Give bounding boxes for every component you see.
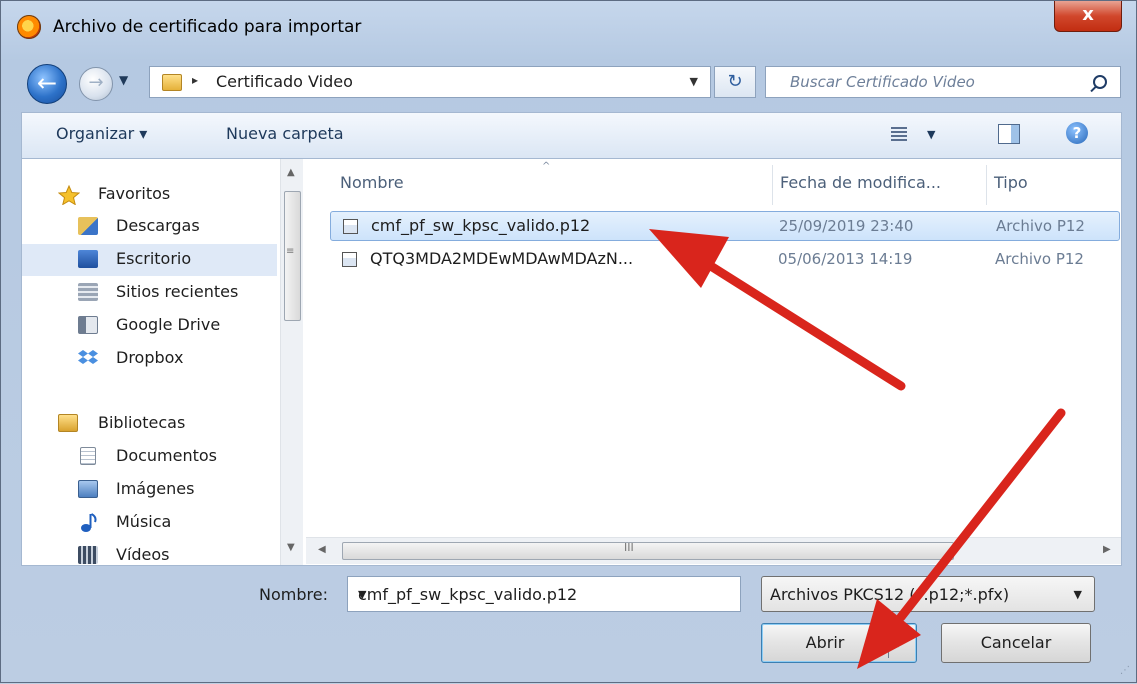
star-icon bbox=[57, 184, 81, 206]
breadcrumb-chevron-icon[interactable]: ▸ bbox=[192, 73, 198, 87]
sidebar-item-sitios-recientes[interactable]: Sitios recientes bbox=[22, 277, 277, 309]
scroll-down-icon[interactable]: ▼ bbox=[287, 542, 295, 553]
breadcrumb-current-folder[interactable]: Certificado Video bbox=[216, 72, 353, 91]
sidebar-item-label: Sitios recientes bbox=[116, 282, 239, 301]
file-date: 25/09/2019 23:40 bbox=[779, 217, 914, 235]
dropbox-icon bbox=[78, 349, 98, 367]
search-input[interactable]: Buscar Certificado Video bbox=[790, 73, 975, 91]
navigation-scrollbar[interactable]: ▲ ≡ ▼ bbox=[280, 159, 303, 565]
firefox-icon bbox=[17, 15, 41, 39]
google-drive-icon bbox=[78, 316, 98, 334]
filename-input[interactable]: cmf_pf_sw_kpsc_valido.p12 ▼ bbox=[347, 576, 741, 612]
sidebar-item-label: Imágenes bbox=[116, 479, 195, 498]
sidebar-item-label: Vídeos bbox=[116, 545, 170, 564]
open-button[interactable]: Abrir ▼ bbox=[761, 623, 917, 663]
sidebar-item-label: Escritorio bbox=[116, 249, 192, 268]
sidebar-item-bibliotecas[interactable]: Bibliotecas bbox=[22, 408, 277, 440]
search-box[interactable]: Buscar Certificado Video bbox=[765, 66, 1121, 98]
file-row[interactable]: QTQ3MDA2MDEwMDAwMDAzN... 05/06/2013 14:1… bbox=[330, 245, 1120, 275]
scroll-grip-icon: III bbox=[624, 541, 634, 554]
open-button-label[interactable]: Abrir bbox=[762, 624, 888, 662]
help-icon[interactable]: ? bbox=[1066, 122, 1088, 144]
recent-places-icon bbox=[78, 283, 98, 301]
desktop-icon bbox=[78, 250, 98, 268]
preview-pane-icon[interactable] bbox=[998, 124, 1020, 144]
address-bar[interactable]: ▸ Certificado Video ▼ bbox=[149, 66, 711, 98]
sidebar-item-descargas[interactable]: Descargas bbox=[22, 211, 277, 243]
sidebar-item-google-drive[interactable]: Google Drive bbox=[22, 310, 277, 342]
sidebar-item-label: Favoritos bbox=[98, 184, 171, 203]
title-bar: Archivo de certificado para importar x bbox=[1, 1, 1137, 53]
file-date: 05/06/2013 14:19 bbox=[778, 250, 913, 268]
recent-locations-dropdown[interactable]: ▼ bbox=[119, 73, 128, 87]
file-dialog-window: Archivo de certificado para importar x ←… bbox=[0, 0, 1137, 683]
horizontal-scrollbar[interactable]: ◀ III ▶ bbox=[306, 537, 1121, 564]
column-divider[interactable] bbox=[986, 165, 987, 205]
resize-grip-icon[interactable]: ⋰ bbox=[1120, 665, 1130, 676]
address-dropdown[interactable]: ▼ bbox=[690, 75, 698, 88]
navigation-pane: Favoritos Descargas Escritorio Sitios re… bbox=[22, 159, 306, 565]
sidebar-item-label: Dropbox bbox=[116, 348, 184, 367]
search-icon[interactable] bbox=[1093, 75, 1107, 89]
cancel-button[interactable]: Cancelar bbox=[941, 623, 1091, 663]
scroll-right-icon[interactable]: ▶ bbox=[1103, 544, 1111, 555]
file-list: ^ Nombre Fecha de modifica... Tipo cmf_p… bbox=[306, 159, 1121, 565]
sidebar-item-dropbox[interactable]: Dropbox bbox=[22, 343, 277, 375]
file-row-selected[interactable]: cmf_pf_sw_kpsc_valido.p12 25/09/2019 23:… bbox=[330, 211, 1120, 241]
documents-icon bbox=[80, 447, 96, 465]
file-name: cmf_pf_sw_kpsc_valido.p12 bbox=[371, 216, 591, 235]
file-type-filter[interactable]: Archivos PKCS12 (*.p12;*.pfx) ▼ bbox=[761, 576, 1095, 612]
chevron-down-icon[interactable]: ▼ bbox=[1074, 588, 1082, 601]
filename-label: Nombre: bbox=[259, 585, 328, 604]
pictures-icon bbox=[78, 480, 98, 498]
column-header-type[interactable]: Tipo bbox=[994, 173, 1028, 192]
close-button[interactable]: x bbox=[1054, 1, 1122, 32]
sidebar-item-documentos[interactable]: Documentos bbox=[22, 441, 277, 473]
sidebar-item-label: Música bbox=[116, 512, 172, 531]
sidebar-item-label: Documentos bbox=[116, 446, 218, 465]
file-type: Archivo P12 bbox=[995, 250, 1084, 268]
view-options-dropdown[interactable]: ▼ bbox=[927, 128, 935, 141]
sidebar-item-videos[interactable]: Vídeos bbox=[22, 540, 277, 565]
music-icon bbox=[80, 513, 100, 532]
forward-button[interactable]: → bbox=[79, 67, 113, 101]
sidebar-item-musica[interactable]: Música bbox=[22, 507, 277, 539]
chevron-down-icon[interactable]: ▼ bbox=[358, 588, 728, 601]
sidebar-item-label: Bibliotecas bbox=[98, 413, 186, 432]
sort-ascending-icon: ^ bbox=[542, 161, 551, 172]
column-header-date[interactable]: Fecha de modifica... bbox=[780, 173, 941, 192]
downloads-icon bbox=[78, 217, 98, 235]
split-divider bbox=[888, 628, 889, 658]
sidebar-item-escritorio[interactable]: Escritorio bbox=[22, 244, 277, 276]
open-options-dropdown[interactable]: ▼ bbox=[894, 624, 902, 662]
scroll-up-icon[interactable]: ▲ bbox=[287, 167, 295, 178]
sidebar-item-label: Descargas bbox=[116, 216, 200, 235]
scroll-left-icon[interactable]: ◀ bbox=[318, 544, 326, 555]
sidebar-item-imagenes[interactable]: Imágenes bbox=[22, 474, 277, 506]
file-type-filter-value: Archivos PKCS12 (*.p12;*.pfx) bbox=[770, 585, 1010, 604]
sidebar-item-label: Google Drive bbox=[116, 315, 221, 334]
window-title: Archivo de certificado para importar bbox=[53, 17, 362, 37]
certificate-file-icon bbox=[343, 219, 358, 234]
file-type: Archivo P12 bbox=[996, 217, 1085, 235]
browser-content: Favoritos Descargas Escritorio Sitios re… bbox=[21, 158, 1122, 566]
folder-icon bbox=[162, 74, 182, 91]
videos-icon bbox=[78, 546, 98, 564]
new-folder-button[interactable]: Nueva carpeta bbox=[226, 124, 344, 143]
view-options-icon[interactable] bbox=[891, 127, 907, 141]
scroll-grip-icon: ≡ bbox=[286, 246, 295, 257]
libraries-icon bbox=[58, 414, 78, 432]
back-button[interactable]: ← bbox=[27, 64, 67, 104]
file-name: QTQ3MDA2MDEwMDAwMDAzN... bbox=[370, 249, 634, 268]
certificate-file-icon bbox=[342, 252, 357, 267]
column-header-name[interactable]: Nombre bbox=[340, 173, 404, 192]
refresh-button[interactable]: ↻ bbox=[714, 66, 756, 98]
command-toolbar: Organizar ▾ Nueva carpeta ▼ ? bbox=[21, 112, 1122, 158]
scrollbar-thumb[interactable] bbox=[342, 542, 954, 560]
column-divider[interactable] bbox=[772, 165, 773, 205]
sidebar-item-favoritos[interactable]: Favoritos bbox=[22, 179, 277, 211]
organize-button[interactable]: Organizar ▾ bbox=[56, 124, 147, 143]
